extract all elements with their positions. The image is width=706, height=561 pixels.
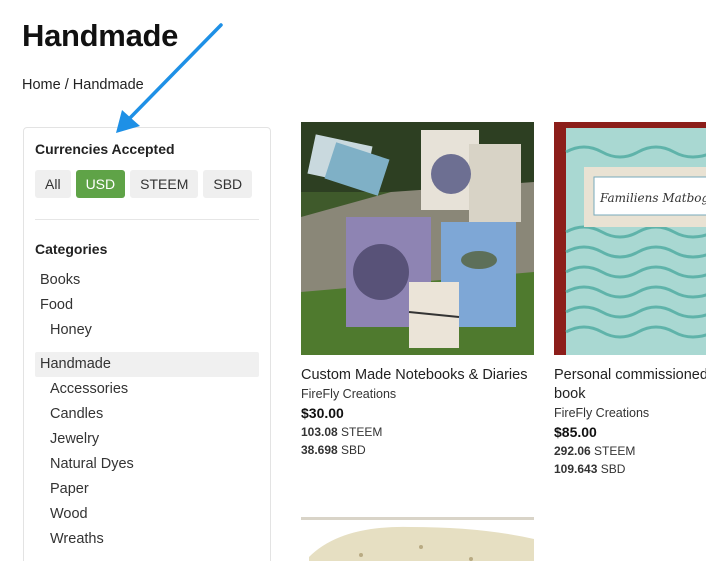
- product-image[interactable]: Familiens Matbog: [554, 122, 706, 355]
- product-title[interactable]: Custom Made Notebooks & Diaries: [301, 366, 534, 385]
- product-shop-link[interactable]: FireFly Creations: [554, 406, 706, 420]
- product-card: Familiens Matbog Personal commissioned b…: [554, 122, 706, 476]
- category-books[interactable]: Books: [35, 268, 259, 293]
- category-food[interactable]: Food: [35, 293, 259, 318]
- currency-usd-button[interactable]: USD: [75, 170, 126, 198]
- sbd-unit: SBD: [341, 443, 366, 457]
- steem-amount: 103.08: [301, 425, 338, 439]
- category-natural-dyes[interactable]: Natural Dyes: [35, 452, 259, 477]
- breadcrumb-separator: /: [60, 77, 73, 93]
- product-card: Custom Made Notebooks & Diaries FireFly …: [301, 122, 534, 457]
- currency-steem-button[interactable]: STEEM: [130, 170, 199, 198]
- category-candles[interactable]: Candles: [35, 402, 259, 427]
- category-wreaths[interactable]: Wreaths: [35, 527, 259, 552]
- product-shop-link[interactable]: FireFly Creations: [301, 387, 534, 401]
- product-title[interactable]: Personal commissioned book: [554, 366, 706, 404]
- category-list: Books Food Honey Handmade Accessories Ca…: [35, 268, 259, 552]
- sbd-amount: 109.643: [554, 462, 598, 476]
- currency-filter-group: All USD STEEM SBD: [35, 170, 253, 198]
- category-wood[interactable]: Wood: [35, 502, 259, 527]
- product-image[interactable]: [301, 122, 534, 355]
- product-price-sbd: 38.698 SBD: [301, 443, 534, 457]
- steem-unit: STEEM: [341, 425, 383, 439]
- product-price: $85.00: [554, 424, 597, 440]
- category-accessories[interactable]: Accessories: [35, 377, 259, 402]
- sidebar-divider: [35, 219, 259, 220]
- product-image[interactable]: [301, 517, 534, 561]
- product-card: [301, 517, 534, 561]
- categories-heading: Categories: [35, 241, 108, 257]
- category-jewelry[interactable]: Jewelry: [35, 427, 259, 452]
- product-price-steem: 103.08 STEEM: [301, 425, 534, 439]
- steem-unit: STEEM: [594, 444, 636, 458]
- book-cover-text: Familiens Matbog: [599, 191, 706, 205]
- sbd-amount: 38.698: [301, 443, 338, 457]
- breadcrumb-current: Handmade: [72, 77, 144, 93]
- category-honey[interactable]: Honey: [35, 318, 259, 343]
- category-handmade[interactable]: Handmade: [35, 352, 259, 377]
- product-price-steem: 292.06 STEEM: [554, 444, 706, 458]
- currency-sbd-button[interactable]: SBD: [203, 170, 253, 198]
- currency-all-button[interactable]: All: [35, 170, 71, 198]
- category-paper[interactable]: Paper: [35, 477, 259, 502]
- sbd-unit: SBD: [600, 462, 626, 476]
- page-title: Handmade: [22, 18, 179, 53]
- breadcrumb: Home / Handmade: [22, 77, 144, 93]
- product-price: $30.00: [301, 405, 344, 421]
- currencies-heading: Currencies Accepted: [35, 141, 175, 157]
- breadcrumb-home-link[interactable]: Home: [22, 77, 61, 93]
- filter-sidebar: Currencies Accepted All USD STEEM SBD Ca…: [23, 127, 271, 561]
- product-price-sbd: 109.643 SBD: [554, 462, 706, 476]
- steem-amount: 292.06: [554, 444, 591, 458]
